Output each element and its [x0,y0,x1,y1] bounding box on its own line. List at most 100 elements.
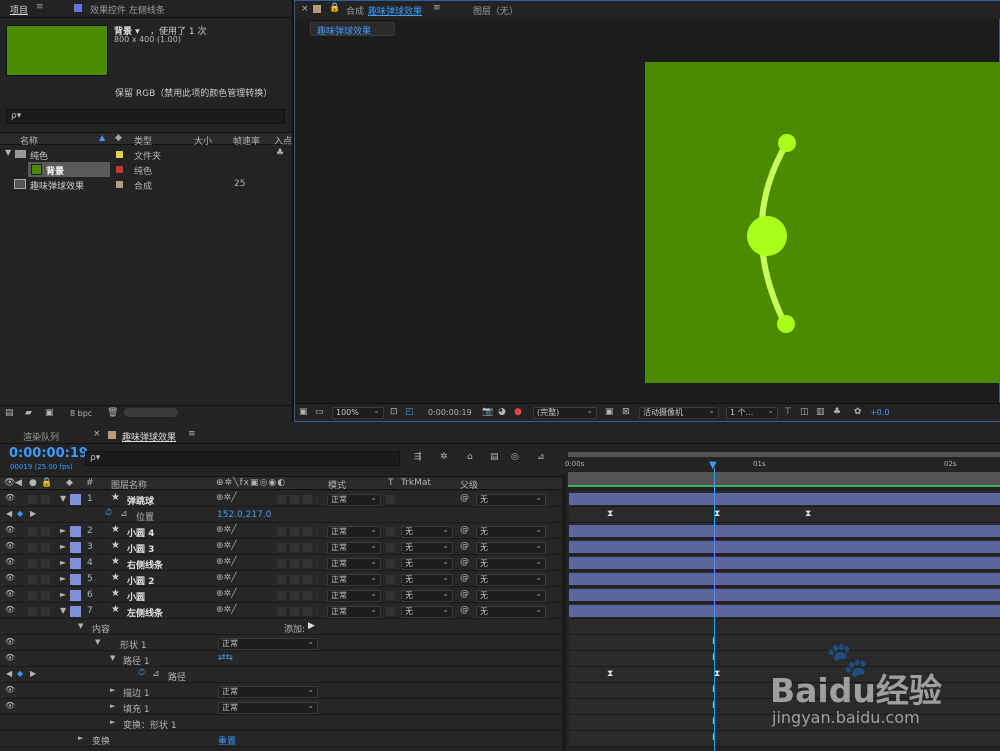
video-eye-icon[interactable]: 👁 [4,478,15,488]
col-trkmat[interactable]: TrkMat [401,478,431,488]
trkmat-select[interactable]: 无 [401,557,453,570]
preserve-transparency-box[interactable] [386,527,395,536]
layer-switches[interactable]: ⊕✲╱ [216,541,237,551]
tab-timeline-comp[interactable]: 趣味弹球效果 [122,430,176,443]
project-search-input[interactable]: ρ▾ [6,109,285,124]
keyframe-diamond-icon[interactable]: ◆ [17,669,23,678]
lock-box[interactable] [41,575,50,584]
parent-select[interactable]: 无 [476,605,546,618]
video-eye-icon[interactable]: 👁 [5,573,15,582]
trash-icon[interactable]: 🗑 [107,408,118,418]
parent-select[interactable]: 无 [476,525,546,538]
tab-composition-label[interactable]: 合成 [346,4,364,17]
lock-box[interactable] [41,495,50,504]
solo-icon[interactable]: ● [29,478,37,488]
layer-label-color[interactable] [70,590,81,601]
layer-label-color[interactable] [70,542,81,553]
frame-blending-icon[interactable]: ▤ [490,452,499,462]
keyframe-icon[interactable]: ⧗ [805,509,811,519]
lock-icon[interactable]: 🔒 [41,478,52,488]
blend-mode-select[interactable]: 正常 [327,525,381,538]
list-item-folder[interactable]: ▼ 纯色 文件夹 ♣ [0,147,292,162]
monitor-icon[interactable]: ▭ [315,407,324,417]
layer-duration-bar[interactable] [569,541,1000,553]
property-row[interactable]: 👁 ▼ 路径 1 ⇄⇆ [0,651,562,667]
tab-effect-controls[interactable]: 效果控件 左侧线条 [90,3,165,16]
tab-layer[interactable]: 图层（无） [473,4,518,17]
tab-render-queue[interactable]: 渲染队列 [23,430,59,443]
fast-preview-icon[interactable]: ▣ [605,407,614,417]
lock-box[interactable] [41,543,50,552]
preserve-transparency-box[interactable] [386,495,395,504]
timeline-track[interactable] [569,491,1000,507]
layer-name[interactable]: 左侧线条 [127,606,163,619]
expand-triangle-icon[interactable]: ▼ [110,654,115,662]
video-eye-icon[interactable]: 👁 [5,605,15,614]
timeline-track[interactable] [569,523,1000,539]
property-row[interactable]: 👁 ► 填充 1 正常 [0,699,562,715]
layer-name[interactable]: 小圆 2 [127,574,154,587]
add-property-label[interactable]: 添加: [284,622,305,635]
parent-pickwhip-icon[interactable]: @ [460,605,469,615]
solo-box[interactable] [28,495,37,504]
bpc-label[interactable]: 8 bpc [70,409,92,418]
playhead-marker-icon[interactable]: ▼ [709,460,717,471]
draft-3d-icon[interactable]: ✲ [440,452,448,462]
keyframe-nav-icon[interactable]: ◀ [6,509,12,518]
property-row[interactable]: ► 变换：形状 1 [0,715,562,731]
col-parent[interactable]: 父级 [460,478,478,491]
layer-duration-bar[interactable] [569,557,1000,569]
switch-boxes[interactable] [277,591,317,600]
playhead-line[interactable] [714,468,715,751]
path-direction-icon[interactable]: ⇄⇆ [218,653,233,663]
expand-triangle-icon[interactable]: ▼ [5,148,11,157]
camera-select[interactable]: 活动摄像机 [639,406,719,419]
graph-editor-icon[interactable]: ⊿ [537,452,545,462]
expand-triangle-icon[interactable]: ► [60,558,66,567]
layer-row[interactable]: 👁 ► 2 ★ 小圆 4 ⊕✲╱ 正常 无 @ 无 [0,523,562,539]
layer-duration-bar[interactable] [569,573,1000,585]
layer-switches[interactable]: ⊕✲╱ [216,493,237,503]
preserve-transparency-box[interactable] [386,607,395,616]
list-item-solid[interactable]: 背景 纯色 [0,162,292,177]
video-eye-icon[interactable]: 👁 [5,589,15,598]
expand-triangle-icon[interactable]: ▼ [78,622,83,630]
zoom-select[interactable]: 100% [332,406,384,419]
preserve-transparency-box[interactable] [386,575,395,584]
close-icon[interactable]: × [301,4,309,14]
expand-triangle-icon[interactable]: ► [110,718,115,726]
region-of-interest-icon[interactable]: ⊡ [390,407,398,417]
work-area-bar[interactable] [568,452,1000,457]
solo-box[interactable] [28,559,37,568]
layer-row[interactable]: 👁 ► 3 ★ 小圆 3 ⊕✲╱ 正常 无 @ 无 [0,539,562,555]
blend-mode-select[interactable]: 正常 [218,637,318,650]
timeline-track[interactable]: ⧗ ⧗ ⧗ [569,507,1000,523]
solo-box[interactable] [28,527,37,536]
blend-mode-select[interactable]: 正常 [218,701,318,714]
reset-link[interactable]: 重置 [218,734,236,747]
col-type[interactable]: 类型 [134,134,152,147]
property-row[interactable]: ◀ ◆ ▶ ⏱ ⊿ 路径 [0,667,562,683]
layer-name[interactable]: 右侧线条 [127,558,163,571]
expand-triangle-icon[interactable]: ► [78,734,83,742]
col-size[interactable]: 大小 [194,134,212,147]
timeline-track[interactable] [569,619,1000,635]
parent-pickwhip-icon[interactable]: @ [460,573,469,583]
layer-duration-bar[interactable] [569,493,1000,505]
layer-label-color[interactable] [70,494,81,505]
switch-boxes[interactable] [277,575,317,584]
layer-name[interactable]: 弹跳球 [127,494,154,507]
layer-row[interactable]: 👁 ▼ 1 ★ 弹跳球 ⊕✲╱ 正常 @ 无 [0,491,562,507]
timeline-track[interactable] [569,603,1000,619]
tab-project[interactable]: 项目 [10,3,28,16]
switch-boxes[interactable] [277,495,317,504]
solo-box[interactable] [28,543,37,552]
video-eye-icon[interactable]: 👁 [5,541,15,550]
toggle-transparency-icon[interactable]: ⊠ [622,407,630,417]
blend-mode-select[interactable]: 正常 [327,573,381,586]
panel-menu-icon[interactable]: ≡ [36,2,44,12]
trkmat-select[interactable]: 无 [401,605,453,618]
trkmat-select[interactable]: 无 [401,525,453,538]
layer-label-color[interactable] [70,574,81,585]
show-snapshot-icon[interactable]: ◕ [498,407,506,417]
